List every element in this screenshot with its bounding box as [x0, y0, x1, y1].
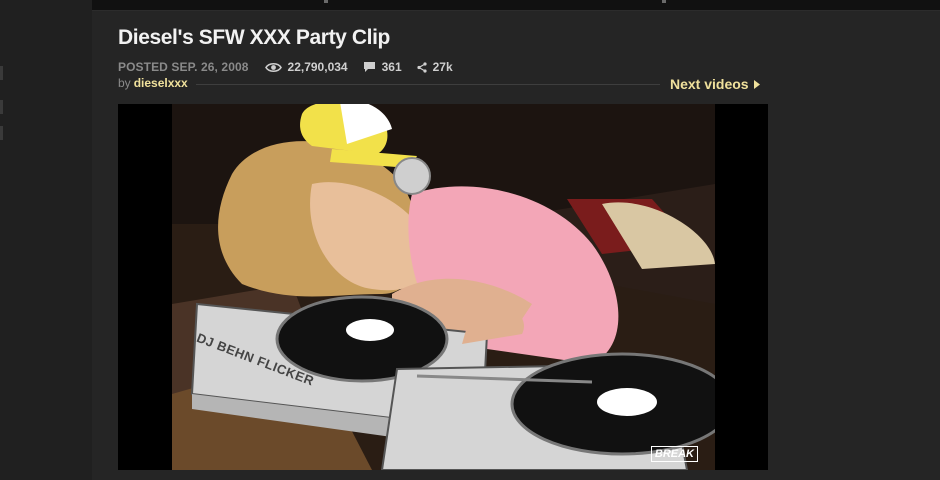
page-title: Diesel's SFW XXX Party Clip: [118, 26, 390, 49]
gutter-mark: [0, 100, 3, 114]
byline: by dieselxxx: [118, 76, 188, 90]
next-videos-link[interactable]: Next videos: [670, 76, 760, 92]
author-link[interactable]: dieselxxx: [134, 76, 188, 90]
comment-icon: [363, 62, 375, 72]
shares-stat[interactable]: 27k: [417, 60, 453, 74]
break-watermark: BREAK: [650, 446, 698, 462]
top-bar-dot: [662, 0, 666, 3]
eye-icon: [264, 62, 282, 72]
top-bar: [92, 0, 940, 11]
left-gutter: [0, 0, 92, 480]
video-frame: [172, 104, 715, 470]
comments-stat[interactable]: 361: [363, 60, 402, 74]
video-player[interactable]: DJ BEHN FLICKER BREAK: [118, 104, 768, 470]
comments-count: 361: [381, 60, 402, 74]
shares-count: 27k: [432, 60, 453, 74]
posted-date: POSTED SEP. 26, 2008: [118, 60, 249, 74]
gutter-mark: [0, 66, 3, 80]
gutter-mark: [0, 126, 3, 140]
top-bar-dot: [324, 0, 328, 3]
share-icon: [417, 61, 427, 73]
play-arrow-icon: [753, 79, 760, 89]
views-stat: 22,790,034: [264, 60, 348, 74]
views-count: 22,790,034: [287, 60, 348, 74]
video-meta: POSTED SEP. 26, 2008 22,790,034 361 27k: [118, 60, 453, 74]
next-videos-label: Next videos: [670, 76, 749, 92]
divider: [196, 84, 660, 85]
by-label: by: [118, 76, 131, 90]
